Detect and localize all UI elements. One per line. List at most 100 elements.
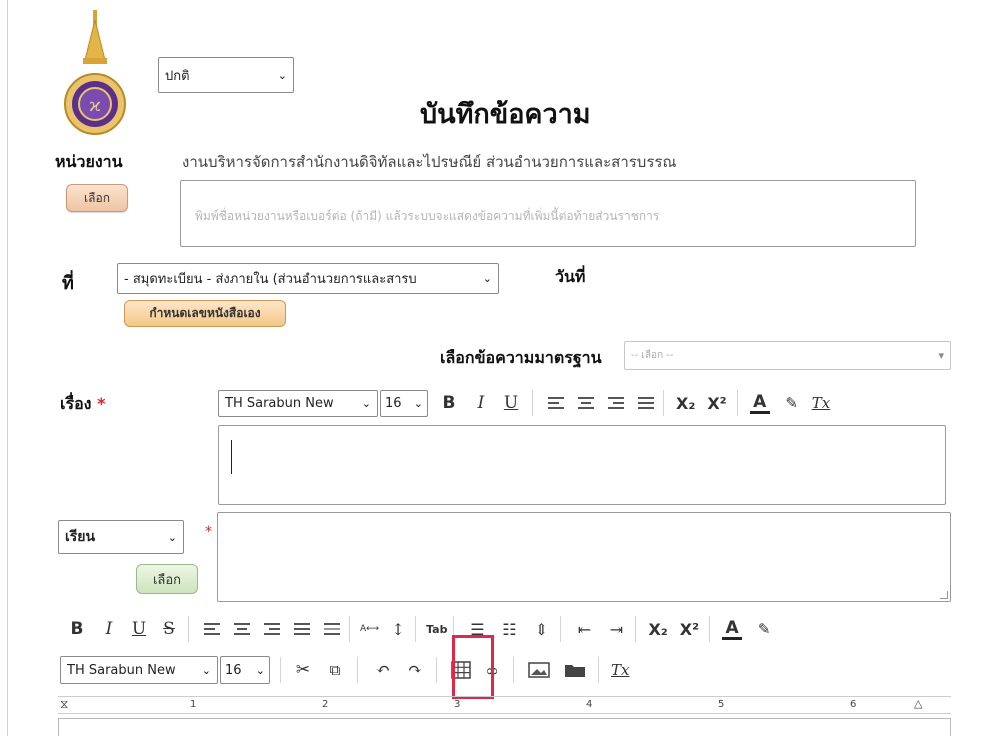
- ruler-number: 6: [850, 699, 857, 710]
- indent-icon[interactable]: ⇥: [603, 615, 629, 643]
- svg-text:ϰ: ϰ: [89, 95, 100, 116]
- chevron-down-icon: ⌄: [167, 530, 177, 544]
- text-cursor: [231, 440, 232, 474]
- character-spacing-button[interactable]: A⟷: [360, 615, 379, 643]
- subscript-button[interactable]: X₂: [676, 389, 695, 417]
- chevron-down-icon: ⌄: [361, 396, 371, 410]
- highlighter-icon[interactable]: ✎: [756, 615, 772, 643]
- align-left-icon[interactable]: [545, 389, 567, 417]
- distribute-icon[interactable]: [321, 615, 343, 643]
- salutation-input[interactable]: [217, 512, 951, 602]
- toolbar-separator: [635, 616, 637, 642]
- toolbar-separator: [598, 657, 599, 683]
- body-editor[interactable]: [58, 718, 951, 736]
- unit-select-button[interactable]: เลือก: [66, 184, 128, 212]
- standard-text-select-value: -- เลือก --: [631, 350, 674, 361]
- required-mark: *: [97, 394, 106, 413]
- redo-icon[interactable]: ↷: [404, 656, 426, 684]
- italic-button[interactable]: I: [100, 615, 118, 643]
- toolbar-separator: [709, 616, 711, 642]
- salutation-select-value: เรียน: [65, 529, 96, 545]
- toolbar-separator: [415, 616, 417, 642]
- table-button-highlight: [452, 635, 494, 699]
- tab-button[interactable]: Tab: [426, 615, 447, 643]
- left-border: [7, 0, 8, 736]
- salutation-select[interactable]: เรียน ⌄: [58, 520, 184, 554]
- undo-icon[interactable]: ↶: [372, 656, 394, 684]
- toolbar-separator: [736, 390, 738, 416]
- organization-logo: ϰ: [55, 8, 135, 136]
- highlighter-icon[interactable]: ✎: [784, 389, 800, 417]
- toolbar-separator: [349, 616, 350, 642]
- indent-marker-icon[interactable]: ⧖: [60, 697, 68, 712]
- underline-button[interactable]: U: [502, 389, 520, 417]
- paragraph-spacing-icon[interactable]: ⇕: [528, 615, 554, 643]
- subject-font-value: TH Sarabun New: [225, 395, 334, 411]
- unit-extra-input[interactable]: พิมพ์ชื่อหน่วยงานหรือเบอร์ต่อ (ถ้ามี) แล…: [180, 180, 916, 247]
- body-font-select[interactable]: TH Sarabun New ⌄: [60, 656, 218, 684]
- mode-select[interactable]: ปกติ ⌄: [158, 57, 294, 93]
- font-color-button[interactable]: A: [749, 392, 770, 414]
- superscript-button[interactable]: X²: [680, 615, 699, 643]
- cut-icon[interactable]: ✂: [291, 656, 315, 684]
- body-font-value: TH Sarabun New: [67, 662, 176, 678]
- italic-button[interactable]: I: [472, 389, 490, 417]
- strikethrough-button[interactable]: S: [160, 615, 178, 643]
- subscript-button[interactable]: X₂: [648, 615, 667, 643]
- ruler[interactable]: ⧖ 1 2 3 4 5 6 △: [58, 696, 951, 714]
- toolbar-separator: [663, 390, 664, 416]
- toolbar-separator: [188, 616, 189, 642]
- toolbar-separator: [280, 657, 281, 683]
- standard-text-select[interactable]: -- เลือก -- ▾: [624, 341, 951, 370]
- toolbar-separator: [357, 657, 358, 683]
- body-size-value: 16: [225, 662, 242, 678]
- chevron-down-icon: ⌄: [277, 68, 287, 82]
- align-center-icon[interactable]: [231, 615, 253, 643]
- triangle-down-icon: ▾: [938, 349, 944, 362]
- subject-label: เรื่อง *: [60, 392, 105, 417]
- right-indent-marker-icon[interactable]: △: [914, 697, 922, 710]
- subject-size-value: 16: [385, 395, 402, 411]
- outdent-icon[interactable]: ⇤: [571, 615, 597, 643]
- unit-value: งานบริหารจัดการสำนักงานดิจิทัลและไปรษณีย…: [182, 153, 677, 171]
- align-justify-icon[interactable]: [291, 615, 313, 643]
- subject-editor[interactable]: [218, 425, 946, 505]
- folder-icon[interactable]: [562, 656, 588, 684]
- body-toolbar-row2: TH Sarabun New ⌄ 16 ⌄ ✂ ⧉ ↶ ↷ ∞ Tx: [60, 654, 629, 686]
- subject-size-select[interactable]: 16 ⌄: [380, 389, 428, 417]
- salutation-select-button[interactable]: เลือก: [136, 564, 198, 594]
- bold-button[interactable]: B: [68, 615, 86, 643]
- ruler-number: 2: [322, 699, 329, 710]
- chevron-down-icon: ⌄: [482, 272, 492, 285]
- image-icon[interactable]: [526, 656, 552, 684]
- subject-font-select[interactable]: TH Sarabun New ⌄: [218, 389, 378, 417]
- line-spacing-icon[interactable]: ↕: [387, 615, 409, 643]
- chevron-down-icon: ⌄: [255, 663, 265, 677]
- clear-format-button[interactable]: Tx: [611, 656, 629, 684]
- copy-icon[interactable]: ⧉: [323, 656, 347, 684]
- bold-button[interactable]: B: [440, 389, 458, 417]
- bulleted-list-icon[interactable]: ☷: [496, 615, 522, 643]
- register-select[interactable]: - สมุดทะเบียน - ส่งภายใน (ส่วนอำนวยการแล…: [117, 263, 499, 294]
- clear-format-button[interactable]: Tx: [812, 389, 830, 417]
- ruler-number: 5: [718, 699, 725, 710]
- body-toolbar-row1: B I U S A⟷ ↕ Tab ☰ ☷ ⇕ ⇤ ⇥ X₂ X² A ✎: [68, 614, 772, 644]
- superscript-button[interactable]: X²: [707, 389, 726, 417]
- underline-button[interactable]: U: [130, 615, 148, 643]
- align-left-icon[interactable]: [201, 615, 223, 643]
- register-select-value: - สมุดทะเบียน - ส่งภายใน (ส่วนอำนวยการแล…: [124, 272, 417, 287]
- align-center-icon[interactable]: [575, 389, 597, 417]
- align-justify-icon[interactable]: [635, 389, 657, 417]
- unit-extra-placeholder: พิมพ์ชื่อหน่วยงานหรือเบอร์ต่อ (ถ้ามี) แล…: [195, 209, 660, 223]
- resize-handle[interactable]: [940, 591, 948, 599]
- unit-label: หน่วยงาน: [55, 152, 123, 171]
- font-color-button[interactable]: A: [722, 618, 743, 640]
- body-size-select[interactable]: 16 ⌄: [220, 656, 270, 684]
- chevron-down-icon: ⌄: [201, 663, 211, 677]
- custom-doc-number-button[interactable]: กำหนดเลขหนังสือเอง: [124, 300, 286, 327]
- align-right-icon[interactable]: [261, 615, 283, 643]
- subject-label-text: เรื่อง: [60, 394, 92, 413]
- page-title: บันทึกข้อความ: [420, 99, 591, 130]
- toolbar-separator: [513, 657, 514, 683]
- align-right-icon[interactable]: [605, 389, 627, 417]
